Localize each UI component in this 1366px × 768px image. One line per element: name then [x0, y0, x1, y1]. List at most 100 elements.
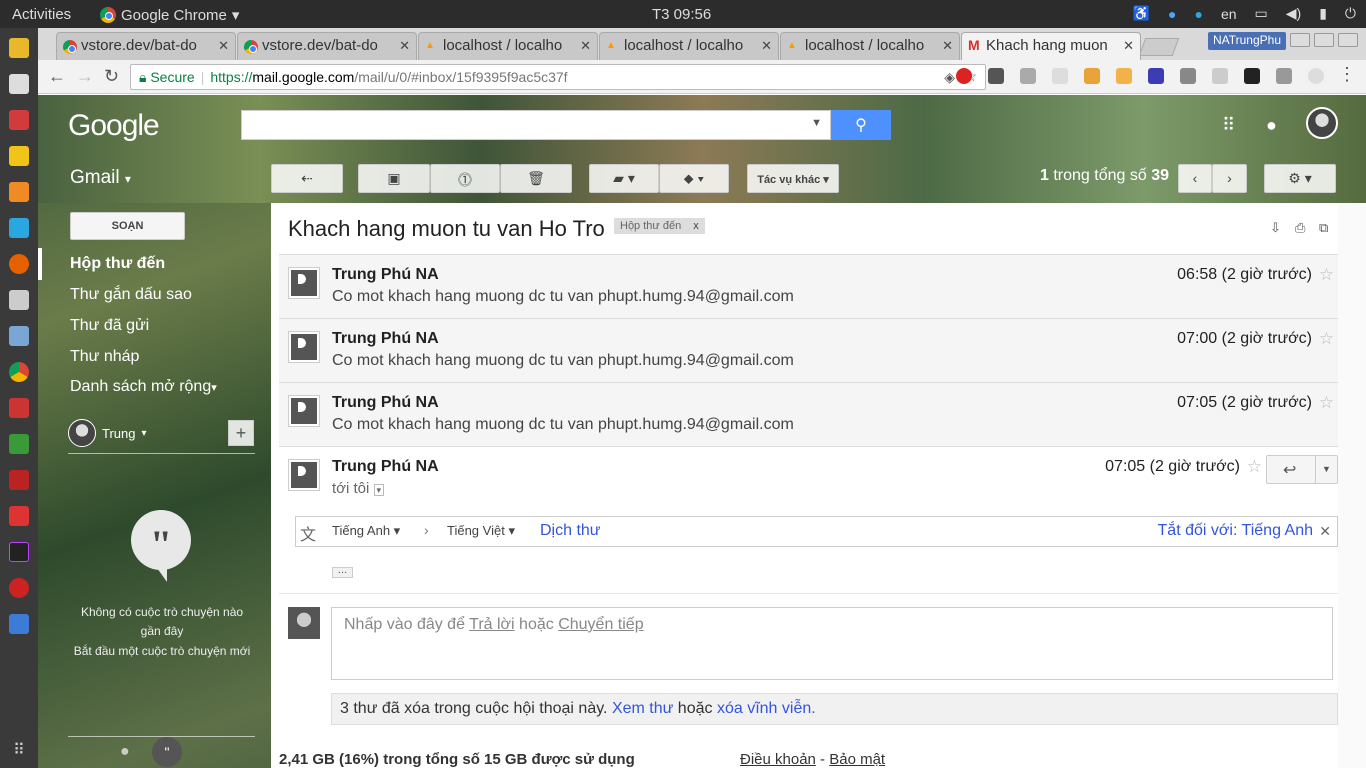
extension-icon[interactable] [1308, 68, 1324, 84]
firefox-icon[interactable] [9, 254, 29, 274]
camera-icon[interactable] [1180, 68, 1196, 84]
spreadsheet-icon[interactable] [9, 434, 29, 454]
person-icon[interactable]: ● [120, 743, 130, 761]
phpstorm-icon[interactable] [9, 542, 29, 562]
privacy-link[interactable]: Bảo mật [829, 751, 885, 768]
app-menu[interactable]: Google Chrome ▾ [100, 6, 239, 24]
nav-item-more[interactable]: Danh sách mở rộng▾ [70, 378, 217, 396]
back-to-inbox-button[interactable]: ⇠ [271, 164, 343, 193]
account-avatar[interactable] [1306, 107, 1338, 139]
browser-tab[interactable]: ▲ localhost / localho ✕ [599, 32, 779, 60]
power-icon[interactable]: ⏻ [1345, 5, 1356, 22]
close-window-button[interactable] [1338, 33, 1358, 47]
inbox-label-chip[interactable]: Hộp thư đến x [614, 218, 705, 234]
close-icon[interactable]: ✕ [395, 38, 410, 54]
clock[interactable]: T3 09:56 [652, 6, 711, 23]
show-trimmed-content-button[interactable]: … [332, 566, 353, 578]
compose-button[interactable]: SOẠN [70, 212, 185, 240]
extension-icon[interactable] [1052, 68, 1068, 84]
filezilla-icon[interactable] [9, 470, 29, 490]
extension-icon[interactable] [1212, 68, 1228, 84]
archive-button[interactable]: ▣ [358, 164, 430, 193]
browser-tab[interactable]: vstore.dev/bat-do ✕ [56, 32, 236, 60]
back-icon[interactable]: ← [48, 66, 66, 87]
software-icon[interactable] [9, 326, 29, 346]
skype-icon[interactable]: ● [1194, 6, 1202, 22]
message-collapsed[interactable]: Trung Phú NA Co mot khach hang muong dc … [279, 254, 1338, 318]
nav-item-starred[interactable]: Thư gắn dấu sao [70, 286, 192, 304]
gmail-menu[interactable]: Gmail ▾ [70, 167, 131, 189]
cherry-icon[interactable] [9, 578, 29, 598]
new-tab-button[interactable] [1138, 38, 1180, 56]
chrome-icon[interactable] [9, 362, 29, 382]
reply-button[interactable]: ↩ ▼ [1266, 455, 1338, 484]
nav-item-drafts[interactable]: Thư nháp [70, 348, 139, 366]
text-editor-icon[interactable] [9, 74, 29, 94]
skype-icon[interactable] [9, 218, 29, 238]
browser-tab[interactable]: ▲ localhost / localho ✕ [418, 32, 598, 60]
search-input[interactable]: ▼ [241, 110, 831, 140]
search-options-icon[interactable]: ▼ [811, 117, 822, 129]
nav-item-sent[interactable]: Thư đã gửi [70, 317, 149, 335]
newer-button[interactable]: ‹ [1178, 164, 1212, 193]
recipient-line[interactable]: tới tôi ▾ [332, 480, 385, 497]
recycle-icon[interactable] [1276, 68, 1292, 84]
star-icon[interactable]: ☆ [1319, 329, 1334, 349]
reply-box[interactable]: Nhấp vào đây để Trả lời hoặc Chuyển tiếp [331, 607, 1333, 680]
delete-forever-link[interactable]: xóa vĩnh viễn [717, 700, 811, 717]
hangouts-user[interactable]: Trung ▾ [68, 419, 147, 447]
extension-icon[interactable] [956, 68, 972, 84]
google-logo[interactable]: Google [68, 109, 160, 143]
target-language-select[interactable]: Tiếng Việt ▾ [447, 523, 515, 539]
activities-button[interactable]: Activities [12, 6, 71, 23]
maximize-button[interactable] [1314, 33, 1334, 47]
browser-tab[interactable]: vstore.dev/bat-do ✕ [237, 32, 417, 60]
app-icon[interactable] [9, 110, 29, 130]
video-icon[interactable] [9, 506, 29, 526]
view-deleted-link[interactable]: Xem thư [612, 700, 673, 717]
labels-button[interactable]: ⬥ ▾ [659, 164, 729, 193]
eye-icon[interactable]: ◈ [944, 69, 955, 86]
more-actions-button[interactable]: Tác vụ khác ▾ [747, 164, 839, 193]
star-icon[interactable]: ☆ [1319, 393, 1334, 413]
close-icon[interactable]: ✕ [1119, 38, 1134, 54]
extension-icon[interactable] [1116, 68, 1132, 84]
translate-message-link[interactable]: Dịch thư [540, 522, 601, 540]
reply-link[interactable]: Trả lời [469, 616, 514, 633]
close-icon[interactable]: ✕ [757, 38, 772, 54]
files-icon[interactable] [9, 38, 29, 58]
print-icon[interactable]: ⎙ [1295, 220, 1305, 236]
new-chat-button[interactable]: + [228, 420, 254, 446]
scrollbar[interactable] [1338, 203, 1366, 768]
remove-label-button[interactable]: x [693, 220, 699, 232]
messenger-icon[interactable]: ● [1168, 6, 1176, 22]
report-spam-button[interactable]: ⓵ [430, 164, 500, 193]
star-icon[interactable]: ☆ [1247, 457, 1262, 477]
close-icon[interactable]: ✕ [214, 38, 229, 54]
browser-tab-active[interactable]: M Khach hang muon ✕ [961, 32, 1141, 60]
hangouts-icon[interactable]: " [152, 737, 182, 767]
source-language-select[interactable]: Tiếng Anh ▾ [332, 523, 400, 539]
bulb-icon[interactable] [9, 146, 29, 166]
sublime-icon[interactable] [9, 182, 29, 202]
minimize-button[interactable] [1290, 33, 1310, 47]
profile-button[interactable]: NATrungPhu [1207, 32, 1286, 50]
reply-options-button[interactable]: ▼ [1315, 456, 1337, 483]
close-icon[interactable]: ✕ [576, 38, 591, 54]
forward-icon[interactable]: → [76, 66, 94, 87]
browser-tab[interactable]: ▲ localhost / localho ✕ [780, 32, 960, 60]
turn-off-translation-link[interactable]: Tắt đối với: Tiếng Anh [1158, 522, 1313, 540]
nav-item-inbox[interactable]: Hộp thư đến [70, 255, 165, 273]
vscode-icon[interactable] [9, 614, 29, 634]
app-icon[interactable] [9, 398, 29, 418]
apps-grid-icon[interactable]: ⠿ [1222, 115, 1235, 136]
notifications-icon[interactable]: ● [1266, 115, 1277, 136]
extension-icon[interactable] [1148, 68, 1164, 84]
forward-link[interactable]: Chuyển tiếp [558, 616, 643, 633]
reload-icon[interactable]: ↻ [104, 66, 119, 87]
close-icon[interactable]: ✕ [938, 38, 953, 54]
volume-icon[interactable]: ◀) [1286, 5, 1301, 22]
delete-button[interactable]: 🗑︎ [500, 164, 572, 193]
terms-link[interactable]: Điều khoản [740, 751, 816, 768]
download-icon[interactable]: ⇩ [1270, 220, 1281, 236]
